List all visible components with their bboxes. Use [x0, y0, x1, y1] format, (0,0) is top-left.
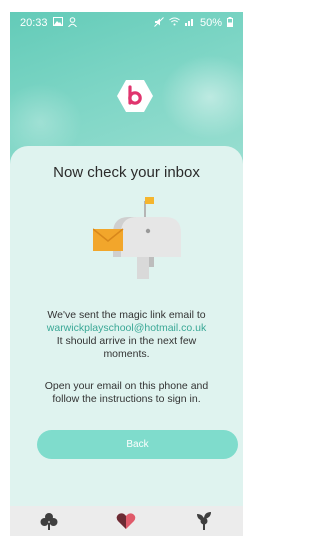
sprout-icon: [197, 512, 212, 530]
sent-message: We've sent the magic link email to warwi…: [10, 309, 243, 361]
bottom-tab-bar: [10, 506, 243, 536]
battery-percentage: 50%: [199, 17, 222, 29]
mailbox-illustration-icon: [92, 195, 183, 285]
signal-icon: [184, 17, 195, 29]
person-icon: [67, 16, 77, 30]
screen: 20:33 50% Now check your inbox We've sen…: [0, 0, 253, 536]
wifi-icon: [169, 17, 180, 29]
email-address: warwickplayschool@hotmail.co.uk: [46, 322, 207, 334]
status-bar-right: 50%: [154, 16, 233, 30]
tab-sprout[interactable]: [193, 510, 215, 532]
mute-icon: [154, 16, 164, 30]
instruction-message: Open your email on this phone and follow…: [10, 380, 243, 406]
tab-tree[interactable]: [38, 510, 60, 532]
instruction-line-1: Open your email on this phone and: [44, 380, 209, 392]
page-title: Now check your inbox: [53, 164, 200, 181]
b-logo-icon: [116, 78, 154, 114]
battery-icon: [227, 16, 233, 30]
status-bar: 20:33 50%: [10, 12, 243, 34]
message-line-3: moments.: [103, 348, 150, 360]
tree-icon: [40, 513, 58, 530]
instruction-line-2: follow the instructions to sign in.: [52, 393, 201, 405]
image-icon: [52, 17, 63, 29]
heart-icon: [117, 513, 136, 529]
message-line-2: It should arrive in the next few: [56, 335, 197, 347]
message-line-1: We've sent the magic link email to: [47, 309, 206, 321]
tab-heart[interactable]: [115, 510, 137, 532]
status-bar-left: 20:33: [20, 16, 77, 30]
back-button[interactable]: Back: [37, 430, 238, 459]
status-time: 20:33: [20, 17, 48, 29]
